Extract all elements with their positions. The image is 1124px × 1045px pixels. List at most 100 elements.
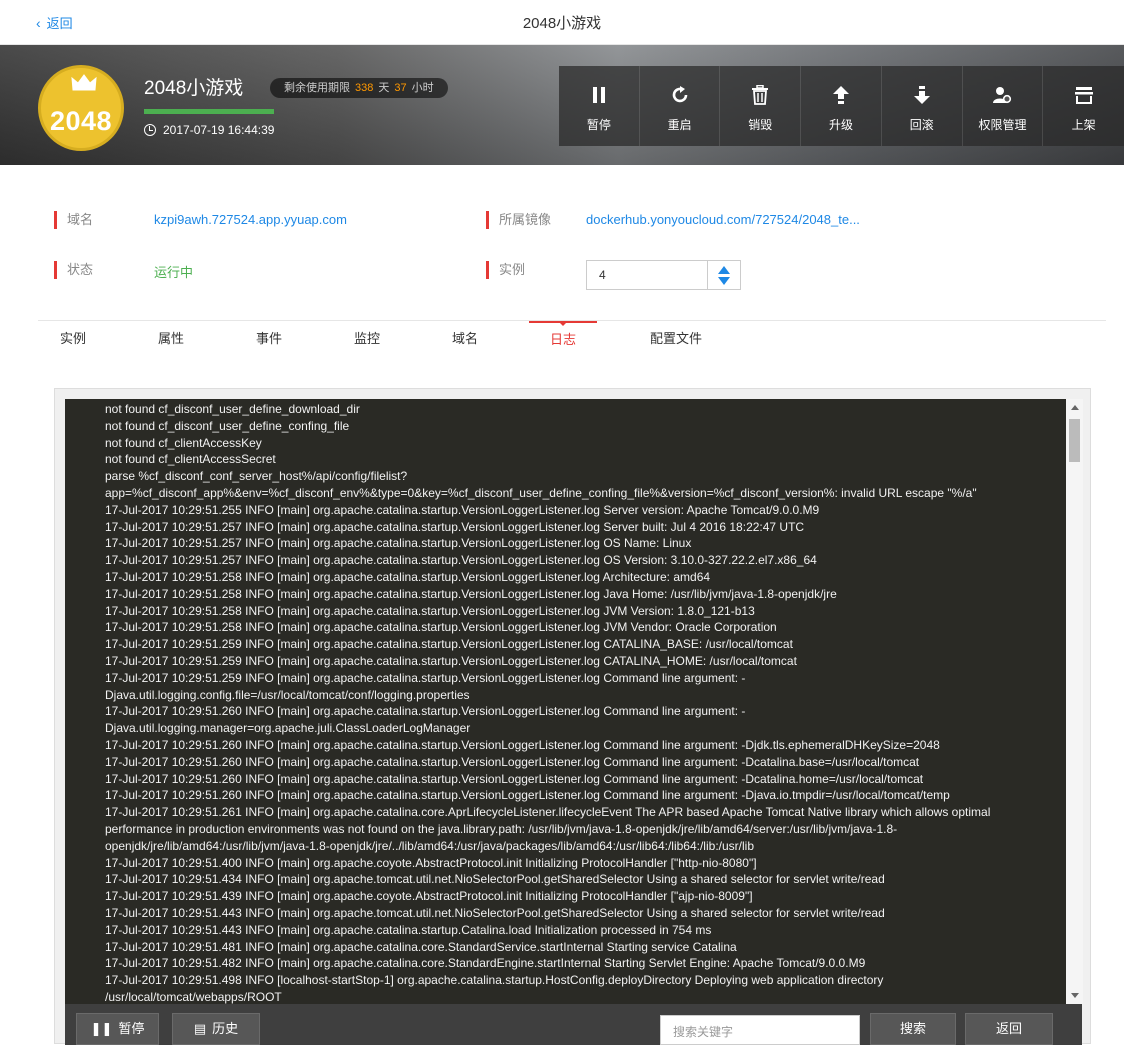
log-line: not found cf_disconf_user_define_downloa…: [105, 402, 360, 416]
pause-icon: ❚❚: [90, 1021, 113, 1036]
pause-button[interactable]: 暂停: [559, 66, 640, 146]
quota-hours: 37: [394, 82, 407, 94]
scroll-thumb[interactable]: [1069, 419, 1080, 462]
log-line: 17-Jul-2017 10:29:51.258 INFO [main] org…: [105, 586, 837, 601]
log-line: 17-Jul-2017 10:29:51.261 INFO [main] org…: [105, 805, 991, 820]
log-line: 17-Jul-2017 10:29:51.400 INFO [main] org…: [105, 855, 757, 870]
log-line: parse %cf_disconf_conf_server_host%/api/…: [105, 469, 408, 484]
created-value: 2017-07-19 16:44:39: [163, 123, 275, 137]
image-label: 所属镜像: [486, 211, 551, 229]
log-pause-button[interactable]: ❚❚ 暂停: [76, 1013, 159, 1045]
logo-text: 2048: [49, 106, 113, 136]
destroy-button[interactable]: 销毁: [720, 66, 802, 146]
log-line: not found cf_disconf_user_define_confing…: [105, 418, 350, 433]
domain-link[interactable]: kzpi9awh.727524.app.yyuap.com: [154, 212, 347, 227]
tab-log[interactable]: 日志: [529, 321, 597, 359]
app-logo: 2048: [38, 65, 124, 151]
tab-instances[interactable]: 实例: [38, 321, 108, 359]
log-line: openjdk/jre/lib/amd64:/usr/lib/jvm/java-…: [105, 838, 754, 853]
restart-icon: [672, 86, 687, 103]
permission-button[interactable]: 权限管理: [963, 66, 1044, 146]
upgrade-button[interactable]: 升级: [801, 66, 882, 146]
rollback-button[interactable]: 回滚: [882, 66, 963, 146]
log-line: 17-Jul-2017 10:29:51.260 INFO [main] org…: [105, 788, 950, 803]
app-info: 域名 kzpi9awh.727524.app.yyuap.com 所属镜像 do…: [0, 165, 1124, 315]
log-pause-label: 暂停: [118, 1021, 145, 1036]
log-lines: not found cf_disconf_user_define_downloa…: [65, 399, 1066, 1004]
search-button[interactable]: 搜索: [870, 1013, 956, 1045]
log-line: 17-Jul-2017 10:29:51.259 INFO [main] org…: [105, 653, 797, 668]
clock-icon: [144, 124, 156, 136]
image-link[interactable]: dockerhub.yonyoucloud.com/727524/2048_te…: [586, 212, 860, 227]
crown-icon: [71, 74, 97, 91]
rollback-label: 回滚: [909, 118, 934, 132]
quota-badge: 剩余使用期限 338 天 37 小时: [270, 78, 448, 98]
log-line: 17-Jul-2017 10:29:51.255 INFO [main] org…: [105, 502, 820, 517]
permission-label: 权限管理: [978, 118, 1027, 132]
log-line: Djava.util.logging.manager=org.apache.ju…: [105, 721, 471, 736]
log-console[interactable]: not found cf_disconf_user_define_downloa…: [65, 399, 1066, 1004]
upgrade-label: 升级: [829, 118, 854, 132]
log-line: 17-Jul-2017 10:29:51.257 INFO [main] org…: [105, 536, 692, 551]
instance-label: 实例: [486, 261, 525, 279]
log-line: 17-Jul-2017 10:29:51.443 INFO [main] org…: [105, 905, 885, 920]
shelf-icon: [1074, 87, 1093, 104]
log-line: app=%cf_disconf_app%&env=%cf_disconf_env…: [105, 485, 977, 500]
tab-properties[interactable]: 属性: [136, 321, 206, 359]
quota-hours-unit: 小时: [411, 82, 434, 94]
log-line: 17-Jul-2017 10:29:51.482 INFO [main] org…: [105, 956, 866, 971]
stepper-down-icon[interactable]: [718, 277, 730, 285]
trash-icon: [752, 85, 769, 105]
log-line: 17-Jul-2017 10:29:51.259 INFO [main] org…: [105, 637, 793, 652]
log-line: 17-Jul-2017 10:29:51.434 INFO [main] org…: [105, 872, 885, 887]
permission-icon: [993, 87, 1012, 104]
log-line: 17-Jul-2017 10:29:51.258 INFO [main] org…: [105, 620, 777, 635]
destroy-label: 销毁: [748, 118, 773, 132]
tab-config[interactable]: 配置文件: [636, 321, 716, 359]
log-line: not found cf_clientAccessKey: [105, 435, 262, 450]
log-line: 17-Jul-2017 10:29:51.498 INFO [localhost…: [105, 973, 884, 988]
log-line: 17-Jul-2017 10:29:51.257 INFO [main] org…: [105, 519, 805, 534]
top-bar: ‹ 返回 2048小游戏: [0, 0, 1124, 45]
domain-label: 域名: [54, 211, 93, 229]
log-line: 17-Jul-2017 10:29:51.258 INFO [main] org…: [105, 569, 711, 584]
quota-days-unit: 天: [378, 82, 390, 94]
app-name: 2048小游戏: [144, 78, 244, 99]
restart-label: 重启: [667, 118, 692, 132]
tab-events[interactable]: 事件: [234, 321, 304, 359]
log-footer: ❚❚ 暂停 ▤ 历史 搜索关键字 搜索 返回: [65, 1004, 1082, 1045]
rollback-icon: [913, 86, 930, 104]
scroll-up-icon[interactable]: [1071, 405, 1079, 410]
log-line: 17-Jul-2017 10:29:51.260 INFO [main] org…: [105, 754, 920, 769]
log-line: Djava.util.logging.config.file=/usr/loca…: [105, 687, 470, 702]
status-field: 状态 运行中: [54, 261, 193, 280]
instance-stepper[interactable]: 4: [586, 260, 741, 290]
stepper-arrows[interactable]: [707, 261, 740, 289]
action-toolbar: 暂停 重启 销毁 升级 回滚 权限管理 上架: [559, 66, 1124, 146]
search-input[interactable]: 搜索关键字: [660, 1015, 860, 1045]
log-line: 17-Jul-2017 10:29:51.481 INFO [main] org…: [105, 939, 737, 954]
log-line: performance in production environments w…: [105, 821, 898, 836]
upgrade-icon: [833, 86, 850, 104]
restart-button[interactable]: 重启: [640, 66, 721, 146]
log-panel: not found cf_disconf_user_define_downloa…: [54, 388, 1091, 1045]
scroll-down-icon[interactable]: [1071, 993, 1079, 998]
history-button[interactable]: ▤ 历史: [172, 1013, 260, 1045]
tab-domain[interactable]: 域名: [430, 321, 500, 359]
history-icon: ▤: [193, 1021, 207, 1036]
tab-monitor[interactable]: 监控: [332, 321, 402, 359]
log-line: 17-Jul-2017 10:29:51.260 INFO [main] org…: [105, 737, 940, 752]
back-button[interactable]: 返回: [965, 1013, 1053, 1045]
detail-tabs: 实例 属性 事件 监控 域名 日志 配置文件: [38, 320, 1106, 358]
log-line: 17-Jul-2017 10:29:51.439 INFO [main] org…: [105, 889, 753, 904]
log-line: 17-Jul-2017 10:29:51.260 INFO [main] org…: [105, 771, 924, 786]
status-label: 状态: [54, 261, 93, 279]
shelf-button[interactable]: 上架: [1043, 66, 1124, 146]
log-line: 17-Jul-2017 10:29:51.260 INFO [main] org…: [105, 704, 746, 719]
shelf-label: 上架: [1071, 118, 1096, 132]
log-line: 17-Jul-2017 10:29:51.259 INFO [main] org…: [105, 670, 746, 685]
log-scrollbar[interactable]: [1066, 399, 1083, 1004]
quota-days: 338: [355, 82, 374, 94]
log-line: 17-Jul-2017 10:29:51.257 INFO [main] org…: [105, 553, 817, 568]
stepper-up-icon[interactable]: [718, 266, 730, 274]
